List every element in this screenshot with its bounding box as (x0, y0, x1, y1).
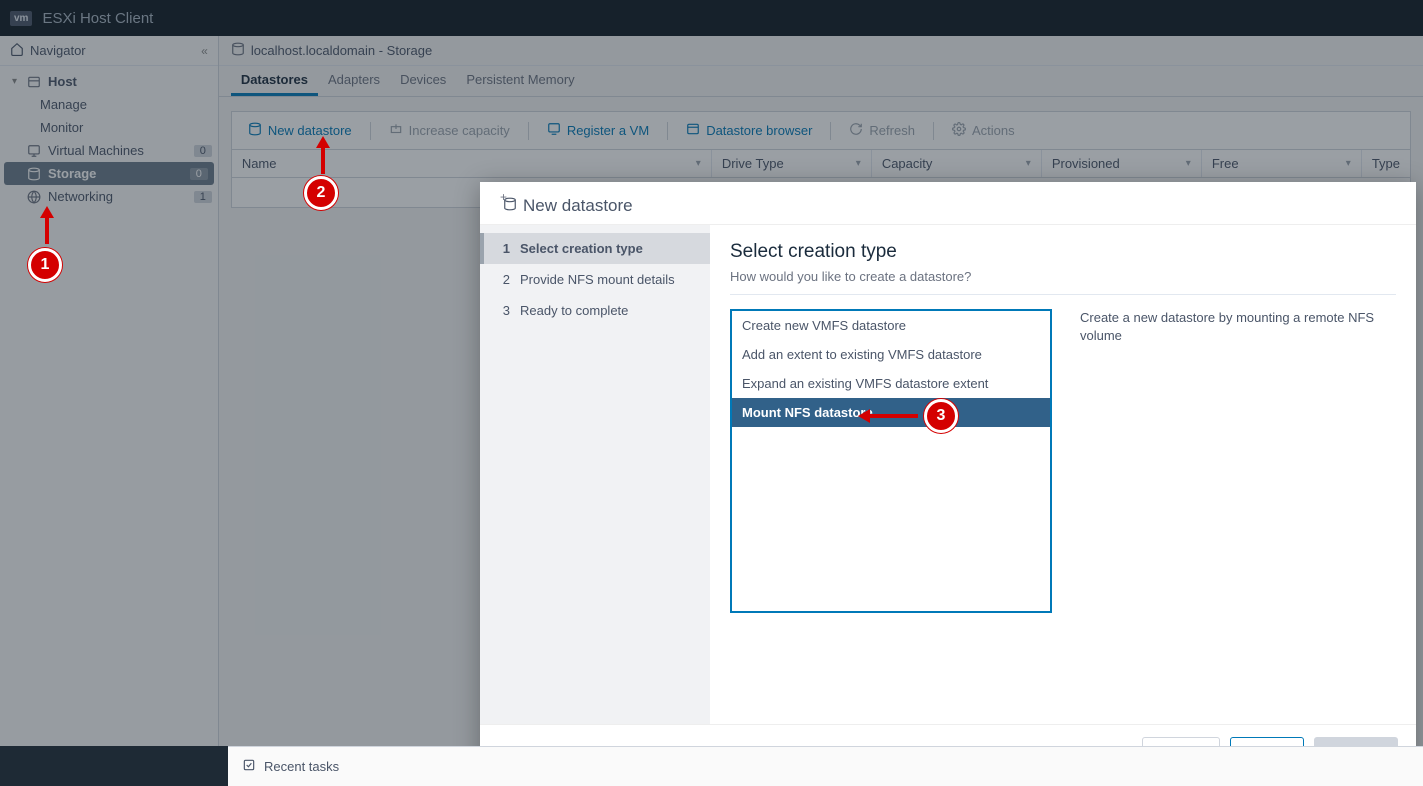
recent-tasks-label: Recent tasks (264, 759, 339, 774)
wizard-content: Select creation type How would you like … (710, 225, 1416, 724)
option-create-vmfs[interactable]: Create new VMFS datastore (732, 311, 1050, 340)
annotation-arrow-2 (316, 136, 330, 148)
new-datastore-dialog: + New datastore 1Select creation type 2P… (480, 182, 1416, 782)
wizard-nav: 1Select creation type 2Provide NFS mount… (480, 225, 710, 724)
option-expand-extent[interactable]: Expand an existing VMFS datastore extent (732, 369, 1050, 398)
option-description: Create a new datastore by mounting a rem… (1080, 309, 1396, 613)
plus-icon: + (500, 190, 507, 210)
creation-type-list: Create new VMFS datastore Add an extent … (730, 309, 1052, 613)
annotation-marker-3: 3 (924, 399, 958, 433)
wizard-heading: Select creation type (730, 241, 1396, 263)
annotation-marker-1: 1 (28, 248, 62, 282)
wizard-subheading: How would you like to create a datastore… (730, 269, 1396, 295)
annotation-arrow-1 (40, 206, 54, 218)
dialog-title: New datastore (523, 196, 633, 216)
annotation-arrow-3 (868, 414, 918, 418)
wizard-step-2[interactable]: 2Provide NFS mount details (480, 264, 710, 295)
option-add-extent[interactable]: Add an extent to existing VMFS datastore (732, 340, 1050, 369)
wizard-step-1[interactable]: 1Select creation type (480, 233, 710, 264)
wizard-step-3[interactable]: 3Ready to complete (480, 295, 710, 326)
tasks-icon (242, 758, 256, 775)
recent-tasks-bar[interactable]: Recent tasks (228, 746, 1423, 786)
annotation-marker-2: 2 (304, 176, 338, 210)
option-mount-nfs[interactable]: Mount NFS datastore (732, 398, 1050, 427)
dialog-header: + New datastore (480, 182, 1416, 225)
